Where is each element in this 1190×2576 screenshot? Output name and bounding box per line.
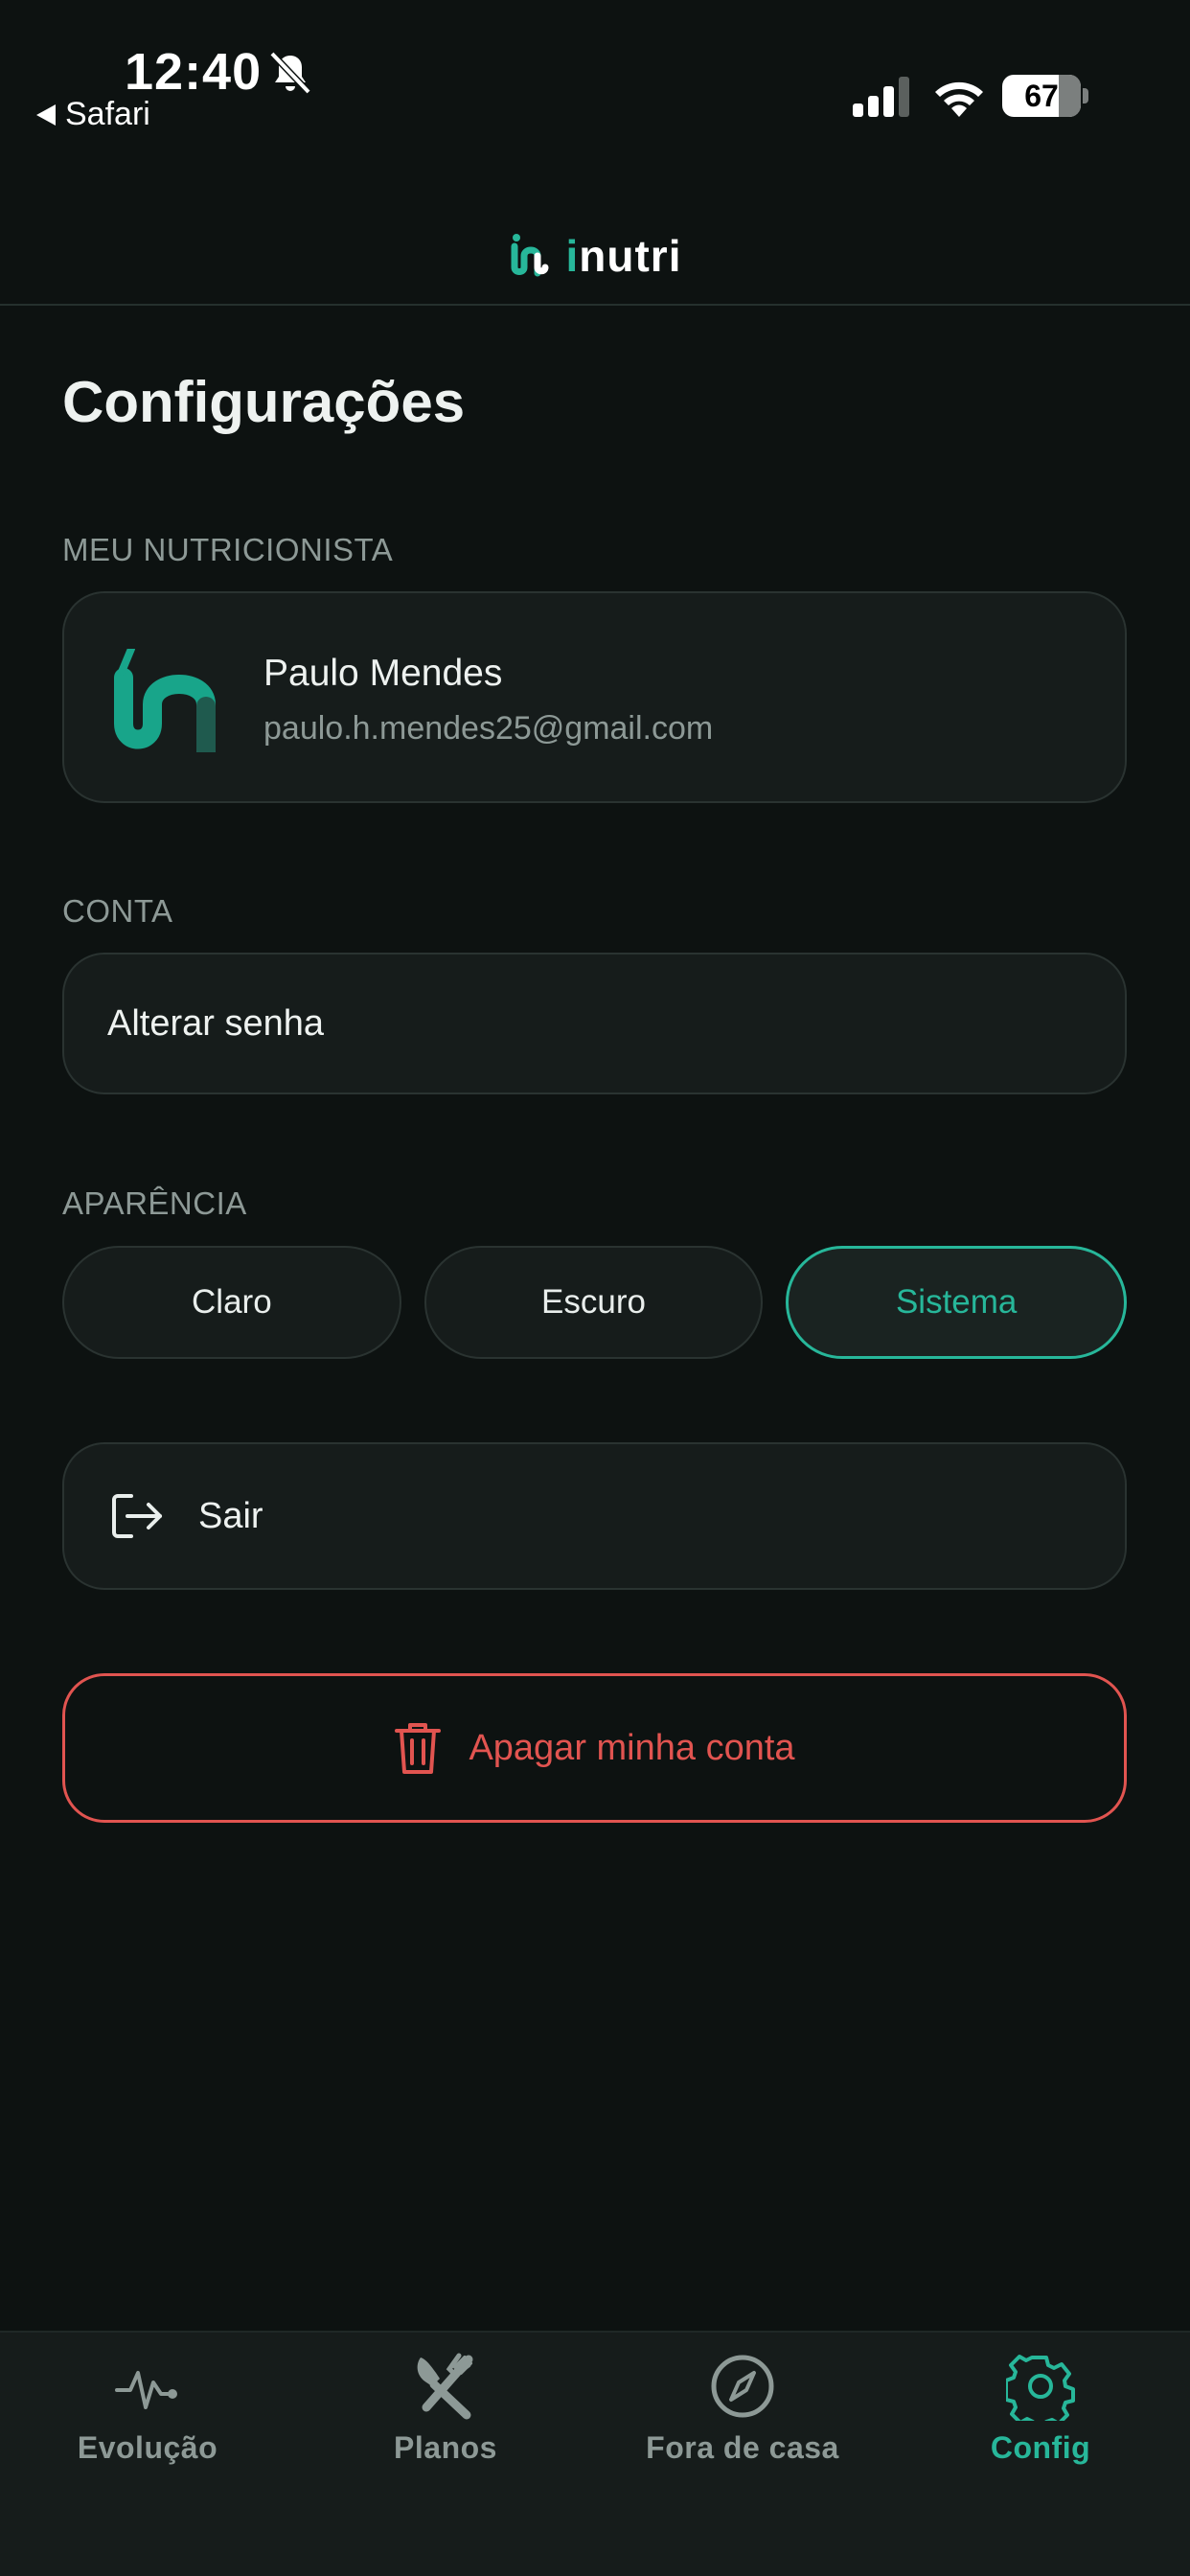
wifi-icon bbox=[935, 81, 983, 117]
inutri-logo-icon bbox=[511, 233, 548, 276]
nutritionist-email: paulo.h.mendes25@gmail.com bbox=[263, 710, 714, 747]
tab-label-fora-de-casa: Fora de casa bbox=[646, 2430, 839, 2465]
status-time: 12:40 bbox=[125, 43, 263, 101]
change-password-label: Alterar senha bbox=[107, 1003, 325, 1044]
header-divider bbox=[0, 304, 1190, 306]
section-label-account: CONTA bbox=[62, 893, 173, 929]
nutritionist-name: Paulo Mendes bbox=[263, 653, 503, 694]
tab-evolucao[interactable]: Evolução bbox=[33, 2352, 263, 2496]
utensils-icon bbox=[417, 2353, 473, 2420]
section-label-nutritionist: MEU NUTRICIONISTA bbox=[62, 532, 394, 567]
back-to-safari-link[interactable]: Safari bbox=[36, 96, 150, 133]
bell-slash-icon bbox=[269, 51, 311, 95]
delete-account-button[interactable]: Apagar minha conta bbox=[62, 1673, 1127, 1823]
logout-icon bbox=[112, 1494, 162, 1538]
tab-config[interactable]: Config bbox=[926, 2352, 1156, 2496]
activity-icon bbox=[115, 2371, 177, 2409]
change-password-button[interactable]: Alterar senha bbox=[62, 953, 1127, 1094]
app-logo-text: inutri bbox=[565, 230, 682, 281]
appearance-selector: Claro Escuro Sistema bbox=[62, 1246, 1128, 1359]
logout-label: Sair bbox=[198, 1496, 263, 1536]
delete-account-label: Apagar minha conta bbox=[469, 1727, 795, 1768]
compass-icon bbox=[711, 2355, 774, 2418]
theme-option-system[interactable]: Sistema bbox=[786, 1246, 1128, 1359]
nutritionist-card[interactable]: Paulo Mendes paulo.h.mendes25@gmail.com bbox=[62, 591, 1127, 803]
tab-label-evolucao: Evolução bbox=[77, 2430, 218, 2465]
app-header: inutri bbox=[0, 206, 1190, 305]
back-app-label: Safari bbox=[65, 96, 150, 132]
theme-option-dark[interactable]: Escuro bbox=[423, 1246, 764, 1359]
trash-icon bbox=[395, 1723, 442, 1774]
back-triangle-icon bbox=[36, 104, 56, 126]
cellular-signal-icon bbox=[853, 77, 909, 117]
bottom-tab-bar: Evolução Planos Fora de casa Config bbox=[0, 2331, 1190, 2576]
nutritionist-logo-icon bbox=[114, 649, 216, 752]
tab-label-planos: Planos bbox=[394, 2430, 497, 2465]
gear-icon bbox=[1006, 2355, 1075, 2421]
tab-fora-de-casa[interactable]: Fora de casa bbox=[628, 2352, 858, 2496]
battery-percent: 67 bbox=[1024, 79, 1059, 113]
page-title: Configurações bbox=[62, 370, 466, 434]
tab-label-config: Config bbox=[990, 2430, 1091, 2465]
settings-screen: 12:40 Safari 67 inutri Configurações MEU… bbox=[0, 0, 1190, 2576]
tab-planos[interactable]: Planos bbox=[331, 2352, 561, 2496]
theme-option-light[interactable]: Claro bbox=[62, 1246, 401, 1359]
logout-button[interactable]: Sair bbox=[62, 1442, 1127, 1590]
battery-indicator: 67 bbox=[1002, 75, 1088, 117]
section-label-appearance: APARÊNCIA bbox=[62, 1185, 247, 1221]
